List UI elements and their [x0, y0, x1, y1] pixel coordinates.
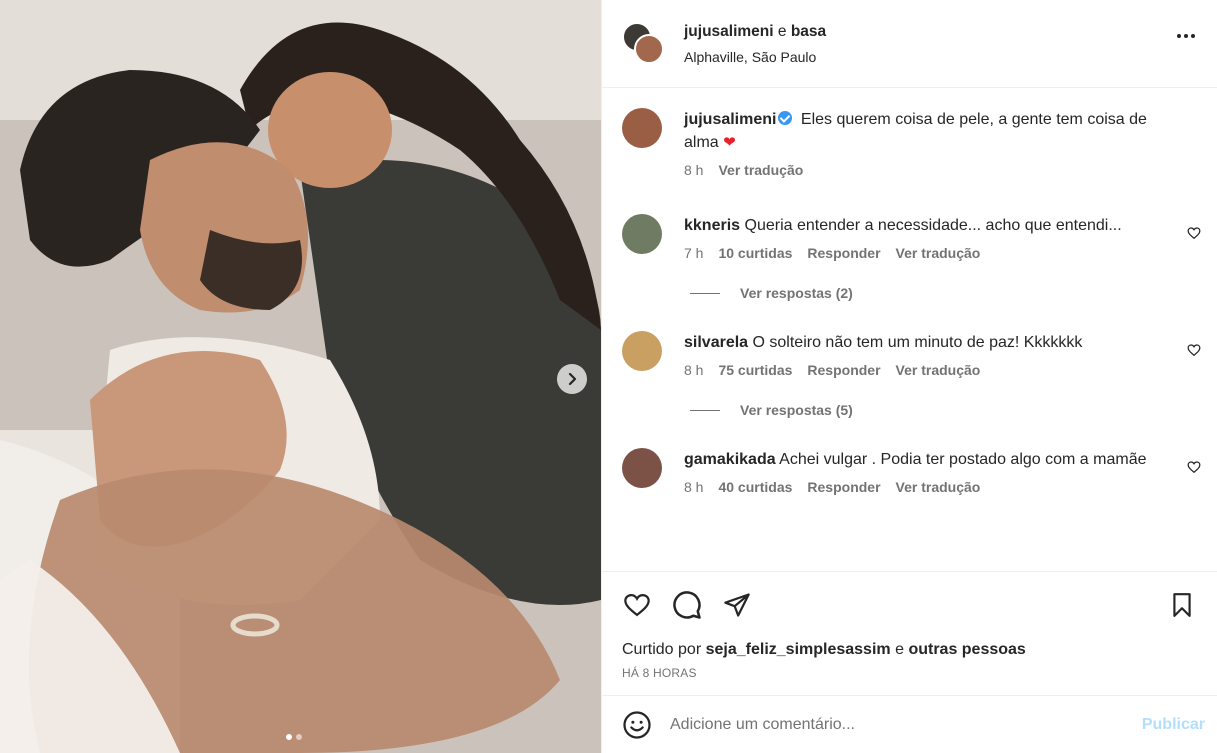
heart-outline-icon: [624, 593, 650, 616]
comment-item: gamakikada Achei vulgar . Podia ter post…: [622, 448, 1201, 495]
translate-link[interactable]: Ver tradução: [896, 362, 981, 378]
like-button[interactable]: [622, 591, 652, 619]
comment-input[interactable]: [670, 715, 1142, 734]
view-replies-button[interactable]: Ver respostas (2): [690, 285, 1201, 301]
caption-meta: 8 h Ver tradução: [684, 162, 1161, 178]
heart-outline-icon: [1187, 344, 1201, 357]
comment-user-link[interactable]: kkneris: [684, 217, 740, 234]
view-replies-label: Ver respostas (5): [740, 402, 853, 418]
comment-message: O solteiro não tem um minuto de paz! Kkk…: [752, 334, 1083, 351]
reply-link[interactable]: Responder: [807, 362, 880, 378]
comment-body: kkneris Queria entender a necessidade...…: [684, 214, 1201, 261]
verified-badge-icon: [778, 111, 793, 125]
post-photo: [0, 0, 601, 753]
translate-link[interactable]: Ver tradução: [896, 245, 981, 261]
comment-body: silvarela O solteiro não tem um minuto d…: [684, 331, 1201, 378]
header-user-link[interactable]: jujusalimeni: [684, 23, 774, 40]
heart-outline-icon: [1187, 227, 1201, 240]
add-comment-bar: Publicar: [602, 695, 1217, 753]
instagram-post: jujusalimeni e basa Alphaville, São Paul…: [0, 0, 1217, 753]
smiley-face-icon: [623, 710, 651, 739]
timestamp[interactable]: 8 h: [684, 479, 703, 495]
avatar[interactable]: [622, 448, 662, 488]
caption-body: jujusalimeni Eles querem coisa de pele, …: [684, 108, 1201, 178]
likes-summary: Curtido por seja_feliz_simplesassim e ou…: [602, 637, 1217, 695]
more-horizontal-icon: [1177, 34, 1181, 38]
more-horizontal-icon: [1184, 34, 1188, 38]
carousel-dot: [296, 734, 302, 740]
header-title: jujusalimeni e basa: [684, 23, 826, 41]
comment-button[interactable]: [672, 590, 702, 620]
post-media[interactable]: [0, 0, 601, 753]
comment-text: silvarela O solteiro não tem um minuto d…: [684, 331, 1161, 354]
view-replies-button[interactable]: Ver respostas (5): [690, 402, 1201, 418]
red-heart-emoji: ❤: [723, 134, 736, 151]
timestamp[interactable]: 8 h: [684, 162, 703, 178]
view-replies-label: Ver respostas (2): [740, 285, 853, 301]
liked-by-user-link[interactable]: seja_feliz_simplesassim: [706, 641, 891, 658]
liked-by-others-link[interactable]: outras pessoas: [908, 641, 1025, 658]
send-paper-plane-icon: [724, 592, 750, 617]
likes-count-link[interactable]: 75 curtidas: [718, 362, 792, 378]
caption-text: jujusalimeni Eles querem coisa de pele, …: [684, 108, 1161, 154]
caption-user-link[interactable]: jujusalimeni: [684, 111, 776, 128]
header-user-link[interactable]: basa: [791, 23, 826, 40]
comment-like-button[interactable]: [1187, 460, 1201, 477]
collab-avatars[interactable]: [622, 21, 666, 66]
more-options-button[interactable]: [1177, 34, 1195, 38]
carousel-dot-active: [286, 734, 292, 740]
bookmark-icon: [1173, 593, 1191, 617]
carousel-next-button[interactable]: [557, 364, 587, 394]
comment-like-button[interactable]: [1187, 343, 1201, 360]
post-actions: [602, 571, 1217, 637]
comment-meta: 7 h 10 curtidas Responder Ver tradução: [684, 245, 1161, 261]
comments-list[interactable]: jujusalimeni Eles querem coisa de pele, …: [602, 88, 1217, 571]
comment-meta: 8 h 40 curtidas Responder Ver tradução: [684, 479, 1161, 495]
avatar: [634, 33, 664, 64]
translate-link[interactable]: Ver tradução: [718, 162, 803, 178]
liked-by-prefix: Curtido por: [622, 641, 702, 658]
carousel-indicator: [286, 734, 302, 740]
comment-user-link[interactable]: gamakikada: [684, 451, 776, 468]
timestamp[interactable]: 8 h: [684, 362, 703, 378]
avatar[interactable]: [622, 331, 662, 371]
header-text: jujusalimeni e basa Alphaville, São Paul…: [684, 23, 826, 65]
emoji-picker-button[interactable]: [622, 710, 652, 740]
save-button[interactable]: [1169, 591, 1195, 622]
header-joiner: e: [777, 22, 787, 40]
comment-bubble-icon: [673, 590, 701, 619]
post-header: jujusalimeni e basa Alphaville, São Paul…: [602, 0, 1217, 88]
comment-message: Queria entender a necessidade... acho qu…: [744, 217, 1122, 234]
reply-link[interactable]: Responder: [807, 245, 880, 261]
post-details-panel: jujusalimeni e basa Alphaville, São Paul…: [601, 0, 1217, 753]
translate-link[interactable]: Ver tradução: [896, 479, 981, 495]
avatar[interactable]: [622, 108, 662, 148]
likes-count-link[interactable]: 10 curtidas: [718, 245, 792, 261]
comment-text: kkneris Queria entender a necessidade...…: [684, 214, 1161, 237]
likes-count-link[interactable]: 40 curtidas: [718, 479, 792, 495]
comment-user-link[interactable]: silvarela: [684, 334, 748, 351]
timestamp[interactable]: 7 h: [684, 245, 703, 261]
post-timestamp[interactable]: HÁ 8 HORAS: [622, 666, 1197, 680]
location-link[interactable]: Alphaville, São Paulo: [684, 49, 826, 65]
more-horizontal-icon: [1191, 34, 1195, 38]
comment-message: Achei vulgar . Podia ter postado algo co…: [779, 451, 1147, 468]
share-button[interactable]: [722, 591, 752, 619]
comment-item: silvarela O solteiro não tem um minuto d…: [622, 331, 1201, 378]
publish-button[interactable]: Publicar: [1142, 716, 1205, 734]
divider: [690, 292, 720, 294]
comment-item: kkneris Queria entender a necessidade...…: [622, 214, 1201, 261]
caption: jujusalimeni Eles querem coisa de pele, …: [622, 108, 1201, 178]
comment-like-button[interactable]: [1187, 226, 1201, 243]
heart-outline-icon: [1187, 461, 1201, 474]
chevron-right-icon: [568, 372, 577, 386]
comment-text: gamakikada Achei vulgar . Podia ter post…: [684, 448, 1161, 471]
divider: [690, 409, 720, 411]
reply-link[interactable]: Responder: [807, 479, 880, 495]
liked-by-text: Curtido por seja_feliz_simplesassim e ou…: [622, 641, 1197, 659]
avatar[interactable]: [622, 214, 662, 254]
liked-by-joiner: e: [895, 641, 904, 658]
comment-meta: 8 h 75 curtidas Responder Ver tradução: [684, 362, 1161, 378]
comment-body: gamakikada Achei vulgar . Podia ter post…: [684, 448, 1201, 495]
